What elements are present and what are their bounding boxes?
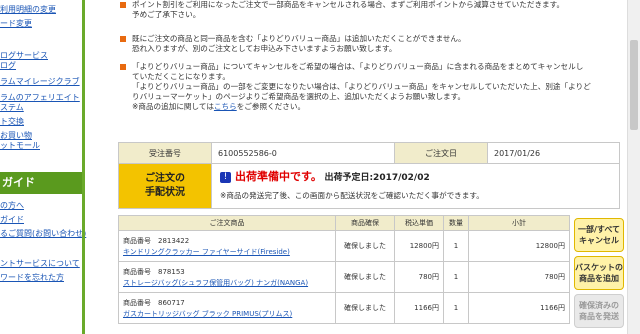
scrollbar-thumb[interactable] bbox=[630, 40, 638, 130]
cancel-button-line: 一部/すべて bbox=[577, 225, 621, 234]
item-stock: 確保しました bbox=[335, 292, 395, 324]
sidebar-item-net-mall[interactable]: ットモール bbox=[0, 140, 40, 151]
item-stock: 確保しました bbox=[335, 261, 395, 293]
sidebar-item-system[interactable]: ステム bbox=[0, 102, 24, 113]
order-date: 2017/01/26 bbox=[487, 142, 620, 164]
bullet-icon bbox=[120, 2, 126, 8]
item-subtotal: 1166円 bbox=[468, 292, 570, 324]
order-status-label: ご注文の 手配状況 bbox=[118, 163, 212, 209]
item-price: 780円 bbox=[394, 261, 444, 293]
status-label-line: ご注文の bbox=[145, 173, 185, 184]
sidebar-scroll-edge bbox=[82, 0, 85, 334]
info-icon: ! bbox=[220, 172, 231, 183]
order-items-table: ご注文商品 商品確保 税込単価 数量 小計 商品番号 2813422 キンドリン… bbox=[118, 215, 570, 324]
note-line: りバリューマーケット」のページよりご希望商品を選択の上、追加いただくようお願い致… bbox=[132, 92, 466, 101]
item-name-link[interactable]: ガスカートリッジバッグ ブラック PRIMUS(プリムス) bbox=[123, 309, 331, 319]
ship-button-line: 確保済みの bbox=[579, 301, 619, 310]
cancel-button-line: キャンセル bbox=[579, 236, 619, 245]
item-name-link[interactable]: ストレージバッグ(シュラフ保管用バッグ) ナンガ(NANGA) bbox=[123, 278, 331, 288]
sidebar: 利用明細の変更 ード変更 ログサービス ログ ラムマイレージクラブ ラムのアフェ… bbox=[0, 0, 86, 334]
note-line: 「よりどりバリュー商品」の一部をご変更になりたい場合は、「よりどりバリュー商品」… bbox=[132, 82, 591, 91]
header-price: 税込単価 bbox=[394, 215, 444, 231]
add-basket-items-button[interactable]: バスケットの 商品を追加 bbox=[574, 256, 624, 290]
item-qty: 1 bbox=[443, 292, 469, 324]
cancel-button[interactable]: 一部/すべて キャンセル bbox=[574, 218, 624, 252]
sidebar-item-usage-change[interactable]: 利用明細の変更 bbox=[0, 4, 56, 15]
note-line: ポイント割引をご利用になったご注文で一部商品をキャンセルされる場合、まずご利用ポ… bbox=[132, 0, 565, 9]
item-number: 商品番号 860717 bbox=[123, 298, 185, 307]
note-yoridori-value: 「よりどりバリュー商品」についてキャンセルをご希望の場合は、「よりどりバリュー商… bbox=[120, 62, 622, 112]
note-line: 既にご注文の商品と同一商品を含む「よりどりバリュー商品」は追加いただくことができ… bbox=[132, 34, 466, 43]
status-note: ※商品の発送完了後、この画面から配送状況をご確認いただく事ができます。 bbox=[220, 191, 484, 200]
add-button-line: バスケットの bbox=[575, 263, 623, 272]
sidebar-item-blog[interactable]: ログ bbox=[0, 60, 16, 71]
sidebar-guide-guide[interactable]: ガイド bbox=[0, 214, 24, 225]
note-reference-prefix: ※商品の追加に関しては bbox=[132, 102, 214, 111]
sidebar-item-card-change[interactable]: ード変更 bbox=[0, 18, 32, 29]
item-number: 商品番号 878153 bbox=[123, 267, 185, 276]
status-main: 出荷準備中です。 bbox=[235, 170, 322, 183]
reference-link[interactable]: こちら bbox=[214, 102, 237, 111]
main-content: ポイント割引をご利用になったご注文で一部商品をキャンセルされる場合、まずご利用ポ… bbox=[88, 0, 640, 334]
header-subtotal: 小計 bbox=[468, 215, 570, 231]
item-subtotal: 780円 bbox=[468, 261, 570, 293]
bullet-icon bbox=[120, 64, 126, 70]
bullet-icon bbox=[120, 36, 126, 42]
item-price: 12800円 bbox=[394, 230, 444, 262]
ship-reserved-items-button[interactable]: 確保済みの 商品を発送 bbox=[574, 294, 624, 328]
sidebar-guide-account-service[interactable]: ントサービスについて bbox=[0, 258, 80, 269]
sidebar-guide-faq[interactable]: るご質問(お問い合わせ) bbox=[0, 228, 86, 239]
item-cell: 商品番号 860717 ガスカートリッジバッグ ブラック PRIMUS(プリムス… bbox=[118, 292, 336, 324]
add-button-line: 商品を追加 bbox=[579, 274, 619, 283]
status-label-line: 手配状況 bbox=[145, 187, 185, 198]
ship-button-line: 商品を発送 bbox=[579, 312, 619, 321]
item-number: 商品番号 2813422 bbox=[123, 236, 190, 245]
table-row: 商品番号 878153 ストレージバッグ(シュラフ保管用バッグ) ナンガ(NAN… bbox=[118, 261, 570, 293]
note-reference-line: ※商品の追加に関してはこちらをご参照ください。 bbox=[132, 102, 622, 112]
order-number-label: 受注番号 bbox=[118, 142, 212, 164]
items-header-row: ご注文商品 商品確保 税込単価 数量 小計 bbox=[118, 215, 570, 231]
order-number: 6100552586-0 bbox=[211, 142, 395, 164]
item-qty: 1 bbox=[443, 261, 469, 293]
item-qty: 1 bbox=[443, 230, 469, 262]
item-stock: 確保しました bbox=[335, 230, 395, 262]
order-date-label: ご注文日 bbox=[394, 142, 488, 164]
item-name-link[interactable]: キンドリングクラッカー ファイヤーサイド(Fireside) bbox=[123, 247, 331, 257]
sidebar-guide-forgot-password[interactable]: ワードを忘れた方 bbox=[0, 272, 64, 283]
item-price: 1166円 bbox=[394, 292, 444, 324]
sidebar-guide-beginners[interactable]: の方へ bbox=[0, 200, 24, 211]
table-row: 商品番号 2813422 キンドリングクラッカー ファイヤーサイド(Firesi… bbox=[118, 230, 570, 262]
ship-date: 出荷予定日:2017/02/02 bbox=[324, 173, 430, 183]
item-cell: 商品番号 2813422 キンドリングクラッカー ファイヤーサイド(Firesi… bbox=[118, 230, 336, 262]
note-line: 予めご了承下さい。 bbox=[132, 10, 201, 19]
item-cell: 商品番号 878153 ストレージバッグ(シュラフ保管用バッグ) ナンガ(NAN… bbox=[118, 261, 336, 293]
note-line: 「よりどりバリュー商品」についてキャンセルをご希望の場合は、「よりどりバリュー商… bbox=[132, 62, 584, 71]
note-same-item: 既にご注文の商品と同一商品を含む「よりどりバリュー商品」は追加いただくことができ… bbox=[120, 34, 622, 54]
note-point-discount: ポイント割引をご利用になったご注文で一部商品をキャンセルされる場合、まずご利用ポ… bbox=[120, 0, 622, 20]
header-item: ご注文商品 bbox=[118, 215, 336, 231]
sidebar-item-mileage-club[interactable]: ラムマイレージクラブ bbox=[0, 76, 80, 87]
header-qty: 数量 bbox=[443, 215, 469, 231]
note-line: 恐れ入りますが、別のご注文としてお申込み下さいますようお願い致します。 bbox=[132, 44, 397, 53]
item-subtotal: 12800円 bbox=[468, 230, 570, 262]
header-stock: 商品確保 bbox=[335, 215, 395, 231]
sidebar-item-point-exchange[interactable]: ト交換 bbox=[0, 116, 24, 127]
page-scrollbar[interactable] bbox=[627, 0, 640, 334]
order-status-cell: ! 出荷準備中です。 出荷予定日:2017/02/02 ※商品の発送完了後、この画… bbox=[211, 163, 620, 209]
table-row: 商品番号 860717 ガスカートリッジバッグ ブラック PRIMUS(プリムス… bbox=[118, 292, 570, 324]
guide-header: ガイド bbox=[0, 172, 82, 194]
note-reference-suffix: をご参照ください。 bbox=[236, 102, 306, 111]
note-line: ていただくことになります。 bbox=[132, 72, 230, 81]
order-info-table: 受注番号 6100552586-0 ご注文日 2017/01/26 ご注文の 手… bbox=[118, 142, 620, 209]
